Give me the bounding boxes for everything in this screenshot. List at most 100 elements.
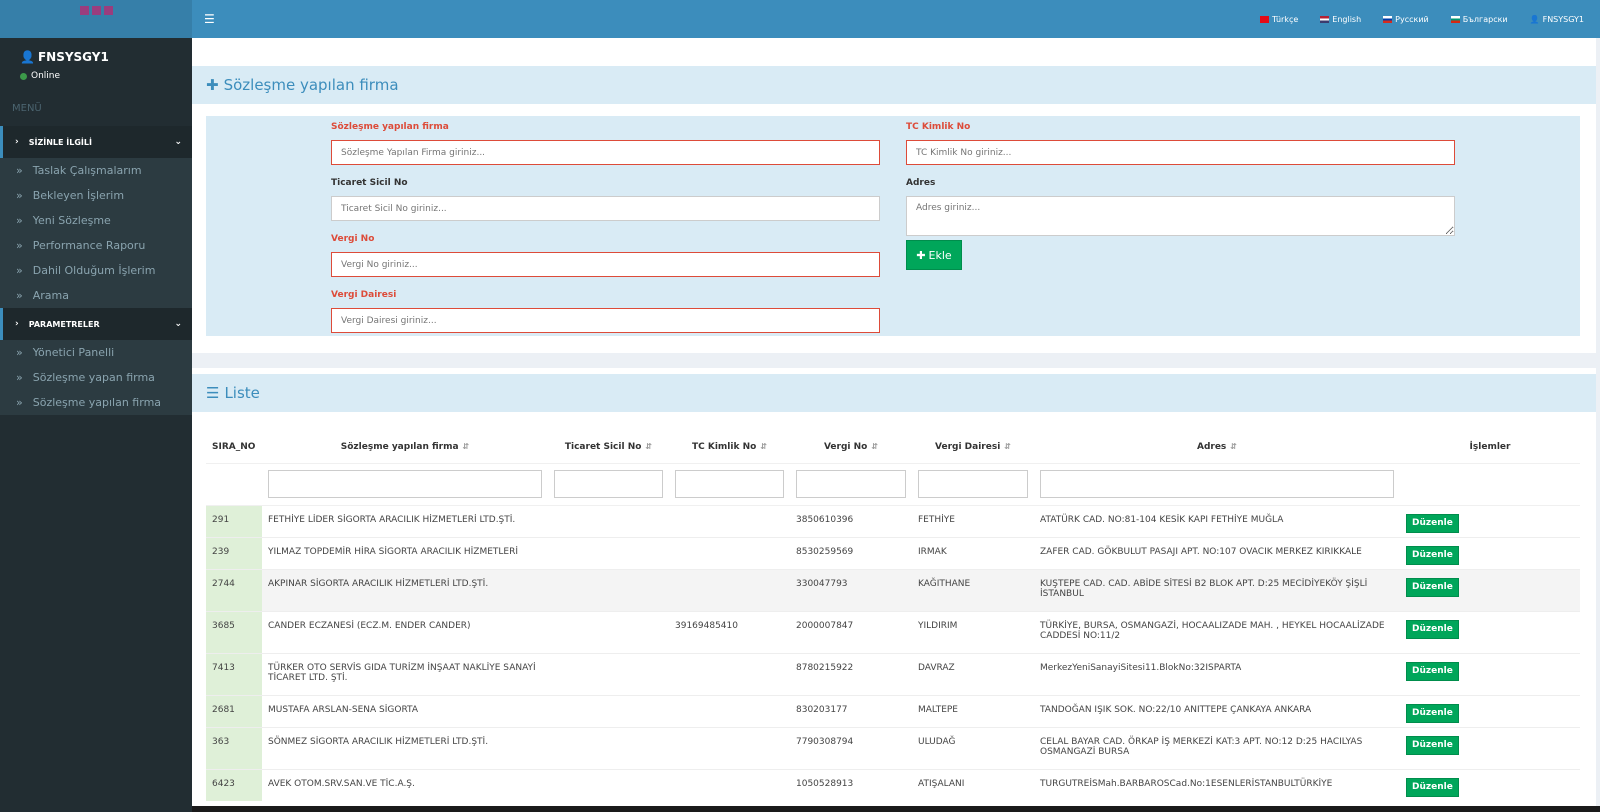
edit-button[interactable]: Düzenle: [1406, 545, 1459, 565]
lang-english[interactable]: English: [1320, 15, 1361, 24]
col-islemler: İşlemler: [1400, 431, 1580, 464]
sort-icon: ⇵: [645, 441, 653, 451]
table-row: 2744 AKPINAR SİGORTA ARACILIK HİZMETLERİ …: [206, 568, 1580, 611]
list-box-header: ☰ Liste: [192, 374, 1596, 412]
hamburger-menu-icon[interactable]: ☰: [204, 12, 215, 26]
col-ticaret[interactable]: Ticaret Sicil No ⇵: [548, 431, 669, 464]
firma-table: SIRA_NO Sözleşme yapılan firma ⇵ Ticaret …: [206, 431, 1580, 801]
submenu-sizinle-ilgili: » Taslak Çalışmalarım » Bekleyen İşlerim »…: [0, 158, 192, 308]
plus-icon: ✚: [916, 248, 926, 262]
list-icon: ☰: [206, 384, 220, 402]
sidebar-item-performance[interactable]: » Performance Raporu: [0, 233, 192, 258]
col-adres[interactable]: Adres ⇵: [1034, 431, 1400, 464]
double-chevron-icon: »: [16, 239, 23, 252]
sort-icon: ⇵: [760, 441, 768, 451]
chevron-down-icon: ⌄: [174, 319, 182, 329]
sidebar-item-sozlesme-yapilan[interactable]: » Sözleşme yapılan firma: [0, 390, 192, 415]
ticaret-sicil-input[interactable]: [331, 196, 880, 221]
sidebar-item-taslak[interactable]: » Taslak Çalışmalarım: [0, 158, 192, 183]
language-switcher: Türkçe English Русский Български 👤 FNSYSG…: [1260, 15, 1584, 24]
list-title: Liste: [224, 384, 260, 402]
list-box: ☰ Liste SIRA_NO Sözleşme yapılan firma ⇵ …: [192, 368, 1596, 812]
filter-adres-input[interactable]: [1040, 470, 1394, 498]
user-name: FNSYSGY1: [37, 50, 109, 64]
chevron-right-icon: ›: [15, 319, 19, 329]
table-row: 239 YILMAZ TOPDEMİR HİRA SİGORTA ARACILIK…: [206, 536, 1580, 569]
double-chevron-icon: »: [16, 396, 23, 409]
form-box: ✚ Sözleşme yapılan firma Sözleşme yapıla…: [192, 38, 1596, 353]
menu-group-sizinle-ilgili[interactable]: › SİZİNLE İLGİLİ ⌄: [0, 126, 192, 158]
edit-button[interactable]: Düzenle: [1406, 577, 1459, 597]
table-header-row: SIRA_NO Sözleşme yapılan firma ⇵ Ticaret …: [206, 431, 1580, 464]
sidebar-item-bekleyen[interactable]: » Bekleyen İşlerim: [0, 183, 192, 208]
edit-button[interactable]: Düzenle: [1406, 661, 1459, 681]
edit-button[interactable]: Düzenle: [1406, 735, 1459, 755]
bottom-scrollbar[interactable]: [192, 806, 1600, 812]
sidebar-item-yonetici[interactable]: » Yönetici Panelli: [0, 340, 192, 365]
filter-daire-input[interactable]: [918, 470, 1028, 498]
firma-label: Sözleşme yapılan firma: [331, 122, 449, 132]
table-row: 7413 TÜRKER OTO SERVİS GIDA TURİZM İNŞAAT…: [206, 652, 1580, 695]
edit-button[interactable]: Düzenle: [1406, 619, 1459, 639]
form-area: Sözleşme yapılan firma TC Kimlik No Tica…: [206, 116, 1580, 336]
sidebar-item-yeni-sozlesme[interactable]: » Yeni Sözleşme: [0, 208, 192, 233]
filter-firma-input[interactable]: [268, 470, 542, 498]
vergi-group: Vergi No: [331, 234, 880, 277]
table-row: 363 SÖNMEZ SİGORTA ARACILIK HİZMETLERİ LT…: [206, 726, 1580, 769]
sidebar-item-arama[interactable]: » Arama: [0, 283, 192, 308]
edit-button[interactable]: Düzenle: [1406, 777, 1459, 797]
double-chevron-icon: »: [16, 371, 23, 384]
submenu-parametreler: » Yönetici Panelli » Sözleşme yapan firma …: [0, 340, 192, 415]
sort-icon: ⇵: [462, 441, 470, 451]
firma-input[interactable]: [331, 140, 880, 165]
adres-label: Adres: [906, 178, 936, 188]
sidebar-item-dahil[interactable]: » Dahil Olduğum İşlerim: [0, 258, 192, 283]
user-icon: 👤: [20, 50, 35, 64]
adres-group: Adres: [906, 178, 1455, 236]
vergi-dairesi-input[interactable]: [331, 308, 880, 333]
logo[interactable]: [0, 0, 192, 38]
double-chevron-icon: »: [16, 189, 23, 202]
edit-button[interactable]: Düzenle: [1406, 513, 1459, 533]
filter-row: [206, 463, 1580, 506]
col-vergi[interactable]: Vergi No ⇵: [790, 431, 912, 464]
double-chevron-icon: »: [16, 164, 23, 177]
main-content: ✚ Sözleşme yapılan firma Sözleşme yapıla…: [192, 38, 1598, 812]
filter-vergi-input[interactable]: [796, 470, 906, 498]
table-row: 3685 CANDER ECZANESİ (ECZ.M. ENDER CANDER…: [206, 610, 1580, 653]
col-daire[interactable]: Vergi Dairesi ⇵: [912, 431, 1034, 464]
chevron-right-icon: ›: [15, 137, 19, 147]
col-firma[interactable]: Sözleşme yapılan firma ⇵: [262, 431, 548, 464]
double-chevron-icon: »: [16, 346, 23, 359]
tc-group: TC Kimlik No: [906, 122, 1455, 165]
topbar: ☰ Türkçe English Русский Български 👤 FNSY…: [192, 0, 1600, 38]
vergi-no-input[interactable]: [331, 252, 880, 277]
tc-kimlik-input[interactable]: [906, 140, 1455, 165]
lang-russian[interactable]: Русский: [1383, 15, 1429, 24]
sidebar-item-sozlesme-yapan[interactable]: » Sözleşme yapan firma: [0, 365, 192, 390]
filter-ticaret-input[interactable]: [554, 470, 663, 498]
user-menu[interactable]: 👤 FNSYSGY1: [1530, 15, 1584, 24]
add-button[interactable]: ✚ Ekle: [906, 240, 962, 270]
filter-tc-input[interactable]: [675, 470, 784, 498]
col-tc[interactable]: TC Kimlik No ⇵: [669, 431, 790, 464]
user-status: Online: [31, 71, 61, 81]
russia-flag-icon: [1383, 15, 1393, 23]
adres-textarea[interactable]: [906, 196, 1455, 236]
col-sira[interactable]: SIRA_NO: [206, 431, 262, 464]
user-icon: 👤: [1529, 14, 1540, 24]
lang-turkish[interactable]: Türkçe: [1260, 15, 1298, 24]
ticaret-label: Ticaret Sicil No: [331, 178, 408, 188]
table-row: 6423 AVEK OTOM.SRV.SAN.VE TİC.A.Ş. 1050528…: [206, 768, 1580, 801]
firma-group: Sözleşme yapılan firma: [331, 122, 880, 165]
lang-bulgarian[interactable]: Български: [1450, 15, 1508, 24]
daire-group: Vergi Dairesi: [331, 290, 880, 333]
logo-mark: [79, 5, 113, 15]
table-row: 2681 MUSTAFA ARSLAN-SENA SİGORTA 830203177…: [206, 694, 1580, 727]
ticaret-group: Ticaret Sicil No: [331, 178, 880, 221]
sort-icon: ⇵: [1230, 441, 1237, 451]
usa-flag-icon: [1320, 15, 1330, 23]
menu-group-parametreler[interactable]: › PARAMETRELER ⌄: [0, 308, 192, 340]
edit-button[interactable]: Düzenle: [1406, 703, 1459, 723]
form-box-header: ✚ Sözleşme yapılan firma: [192, 66, 1596, 104]
